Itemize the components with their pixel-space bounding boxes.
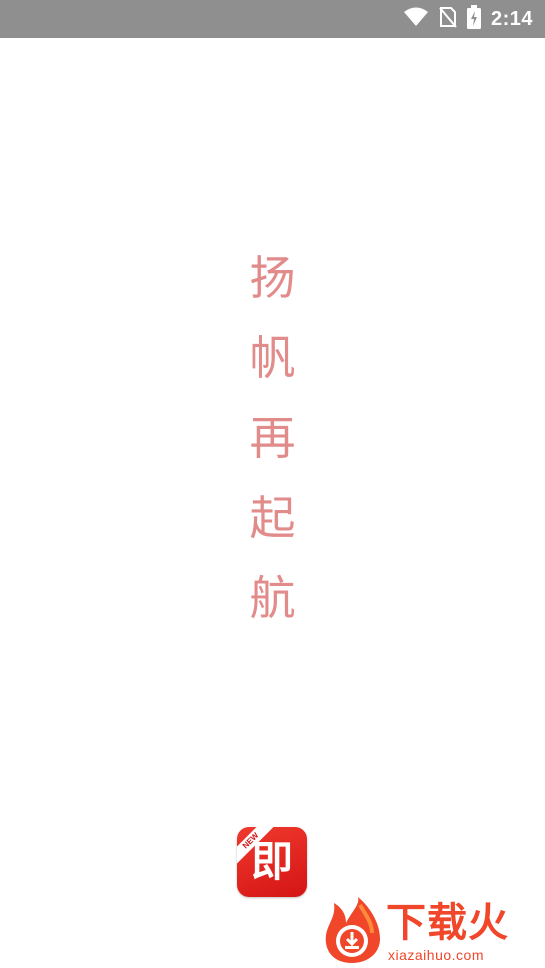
no-sim-icon	[439, 6, 457, 32]
splash-slogan: 扬 帆 再 起 航	[0, 238, 545, 638]
slogan-char: 航	[249, 571, 296, 625]
slogan-char: 起	[249, 491, 296, 545]
status-bar: 2:14	[0, 0, 545, 38]
wifi-icon	[403, 7, 429, 31]
status-time: 2:14	[490, 7, 533, 30]
watermark-logo: 下载火 xiazaihuo.com	[322, 897, 542, 967]
slogan-char: 再	[249, 411, 296, 465]
watermark-url: xiazaihuo.com	[388, 947, 484, 963]
battery-charging-icon	[466, 5, 481, 33]
splash-screen: 2:14 扬 帆 再 起 航 即 NEW 下载火 xiazaihuo.com	[0, 0, 545, 968]
slogan-char: 帆	[249, 331, 296, 385]
watermark-title: 下载火	[386, 900, 509, 946]
slogan-char: 扬	[249, 251, 296, 305]
status-icons: 2:14	[403, 0, 533, 38]
app-logo: 即 NEW	[237, 827, 307, 897]
